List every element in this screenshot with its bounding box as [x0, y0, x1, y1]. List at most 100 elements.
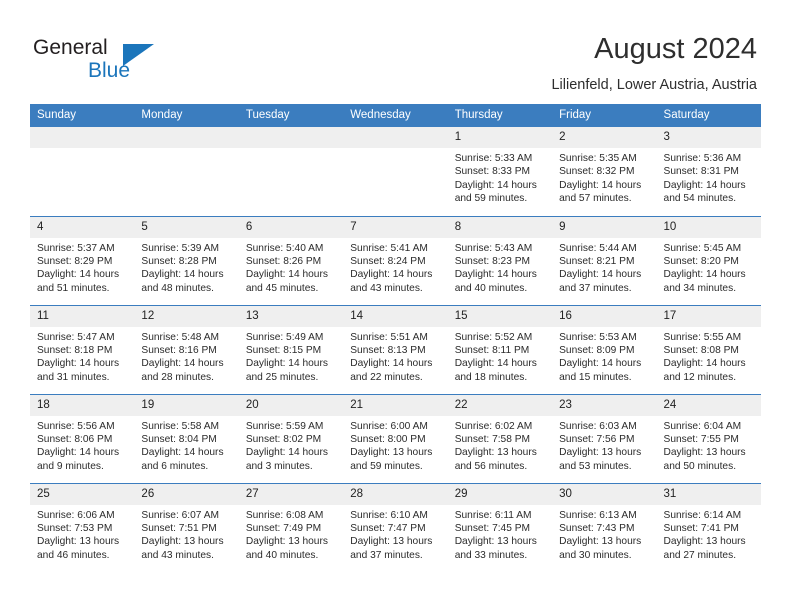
day-detail-line: Sunset: 8:16 PM [141, 344, 217, 356]
day-number: 27 [238, 483, 344, 505]
calendar-day-cell[interactable]: 3 Sunrise: 5:36 AM Sunset: 8:31 PM Daylight… [656, 127, 761, 216]
day-number: 31 [656, 483, 761, 505]
day-details: Sunrise: 5:52 AM Sunset: 8:11 PM Daylight:… [448, 327, 552, 385]
day-detail-line: Daylight: 14 hours [37, 358, 120, 370]
day-detail-line: Daylight: 13 hours [454, 447, 537, 459]
day-detail-line: Daylight: 14 hours [559, 358, 642, 370]
day-number: 17 [656, 305, 761, 327]
day-detail-line: and 45 minutes. [245, 282, 319, 294]
day-details: Sunrise: 6:08 AM Sunset: 7:49 PM Daylight:… [239, 505, 343, 563]
calendar-week-row: 25 Sunrise: 6:06 AM Sunset: 7:53 PM Dayligh… [30, 482, 761, 572]
day-detail-line: Daylight: 13 hours [350, 447, 433, 459]
day-number: 2 [552, 127, 657, 148]
day-detail-line: Daylight: 14 hours [245, 358, 328, 370]
day-detail-line: Sunset: 8:02 PM [245, 433, 322, 445]
day-detail-line: Daylight: 14 hours [350, 358, 433, 370]
calendar-day-cell[interactable]: 26 Sunrise: 6:07 AM Sunset: 7:51 PM Dayligh… [134, 482, 239, 572]
day-number: 25 [30, 483, 135, 505]
day-detail-line: and 43 minutes. [350, 282, 423, 294]
day-number: 20 [238, 394, 344, 416]
calendar-day-cell[interactable]: 28 Sunrise: 6:10 AM Sunset: 7:47 PM Dayligh… [343, 482, 448, 572]
day-detail-line: Daylight: 14 hours [454, 269, 537, 281]
page-subtitle: Lilienfeld, Lower Austria, Austria [551, 77, 757, 93]
calendar-day-cell[interactable]: 20 Sunrise: 5:59 AM Sunset: 8:02 PM Dayligh… [238, 393, 344, 483]
calendar-empty-cell [134, 127, 239, 216]
day-detail-line: and 28 minutes. [141, 371, 214, 383]
calendar-day-cell[interactable]: 2 Sunrise: 5:35 AM Sunset: 8:32 PM Daylight… [552, 127, 657, 216]
day-detail-line: Sunrise: 5:56 AM [37, 420, 115, 432]
day-number: 5 [134, 216, 239, 238]
day-detail-line: Sunrise: 5:51 AM [350, 331, 428, 343]
day-details: Sunrise: 5:58 AM Sunset: 8:04 PM Daylight:… [134, 416, 238, 474]
day-detail-line: Sunset: 7:41 PM [663, 522, 739, 534]
calendar-day-cell[interactable]: 15 Sunrise: 5:52 AM Sunset: 8:11 PM Dayligh… [447, 304, 553, 394]
calendar-day-cell[interactable]: 14 Sunrise: 5:51 AM Sunset: 8:13 PM Dayligh… [343, 304, 448, 394]
calendar-day-cell[interactable]: 23 Sunrise: 6:03 AM Sunset: 7:56 PM Dayligh… [552, 393, 657, 483]
day-detail-line: Daylight: 14 hours [245, 447, 328, 459]
day-detail-line: Sunset: 8:31 PM [663, 166, 739, 178]
calendar-empty-cell [238, 127, 344, 216]
day-detail-line: Daylight: 14 hours [37, 447, 120, 459]
day-detail-line: Sunset: 7:53 PM [37, 522, 113, 534]
day-detail-line: and 48 minutes. [141, 282, 214, 294]
day-details: Sunrise: 5:45 AM Sunset: 8:20 PM Daylight:… [657, 238, 761, 296]
day-details: Sunrise: 6:13 AM Sunset: 7:43 PM Daylight:… [552, 505, 656, 563]
day-detail-line: Daylight: 13 hours [141, 536, 224, 548]
day-number: 14 [343, 305, 448, 327]
day-detail-line: Sunrise: 5:37 AM [37, 242, 115, 254]
calendar-day-cell[interactable]: 1 Sunrise: 5:33 AM Sunset: 8:33 PM Daylight… [447, 127, 553, 216]
day-detail-line: Daylight: 14 hours [559, 269, 642, 281]
calendar-day-cell[interactable]: 18 Sunrise: 5:56 AM Sunset: 8:06 PM Dayligh… [30, 393, 135, 483]
calendar-day-cell[interactable]: 22 Sunrise: 6:02 AM Sunset: 7:58 PM Dayligh… [447, 393, 553, 483]
day-detail-line: Sunset: 8:18 PM [37, 344, 113, 356]
calendar-day-cell[interactable]: 7 Sunrise: 5:41 AM Sunset: 8:24 PM Daylight… [343, 215, 448, 305]
calendar-day-cell[interactable]: 5 Sunrise: 5:39 AM Sunset: 8:28 PM Daylight… [134, 215, 239, 305]
calendar-day-cell[interactable]: 12 Sunrise: 5:48 AM Sunset: 8:16 PM Dayligh… [134, 304, 239, 394]
day-detail-line: Daylight: 13 hours [245, 536, 328, 548]
day-detail-line: Sunrise: 5:49 AM [245, 331, 324, 343]
calendar-day-cell[interactable]: 8 Sunrise: 5:43 AM Sunset: 8:23 PM Daylight… [447, 215, 553, 305]
day-detail-line: Sunrise: 5:55 AM [663, 331, 742, 343]
day-detail-line: Sunset: 8:04 PM [141, 433, 217, 445]
day-number: 29 [447, 483, 553, 505]
day-details: Sunrise: 5:40 AM Sunset: 8:26 PM Daylight:… [239, 238, 343, 296]
day-detail-line: Sunset: 7:45 PM [454, 522, 531, 534]
calendar-day-cell[interactable]: 31 Sunrise: 6:14 AM Sunset: 7:41 PM Dayligh… [656, 482, 761, 572]
calendar-day-cell[interactable]: 13 Sunrise: 5:49 AM Sunset: 8:15 PM Dayligh… [238, 304, 344, 394]
calendar-day-cell[interactable]: 10 Sunrise: 5:45 AM Sunset: 8:20 PM Dayligh… [656, 215, 761, 305]
general-blue-logo[interactable]: General Blue [33, 36, 213, 88]
day-detail-line: Sunrise: 5:48 AM [141, 331, 220, 343]
day-number: 21 [343, 394, 448, 416]
calendar-day-cell[interactable]: 30 Sunrise: 6:13 AM Sunset: 7:43 PM Dayligh… [552, 482, 657, 572]
weekday-header-saturday: Saturday [656, 104, 761, 127]
day-detail-line: Sunrise: 5:40 AM [245, 242, 324, 254]
calendar-empty-cell [30, 127, 135, 216]
calendar-day-cell[interactable]: 4 Sunrise: 5:37 AM Sunset: 8:29 PM Daylight… [30, 215, 135, 305]
calendar-day-cell[interactable]: 25 Sunrise: 6:06 AM Sunset: 7:53 PM Dayligh… [30, 482, 135, 572]
day-detail-line: Sunset: 8:33 PM [454, 166, 531, 178]
calendar-page: General Blue August 2024 Lilienfeld, Low… [0, 0, 792, 612]
calendar-day-cell[interactable]: 9 Sunrise: 5:44 AM Sunset: 8:21 PM Daylight… [552, 215, 657, 305]
calendar-day-cell[interactable]: 17 Sunrise: 5:55 AM Sunset: 8:08 PM Dayligh… [656, 304, 761, 394]
day-detail-line: and 56 minutes. [454, 460, 528, 472]
day-details: Sunrise: 5:47 AM Sunset: 8:18 PM Daylight:… [30, 327, 134, 385]
calendar-day-cell[interactable]: 11 Sunrise: 5:47 AM Sunset: 8:18 PM Dayligh… [30, 304, 135, 394]
day-number: 16 [552, 305, 657, 327]
calendar-day-cell[interactable]: 6 Sunrise: 5:40 AM Sunset: 8:26 PM Daylight… [238, 215, 344, 305]
day-details: Sunrise: 6:04 AM Sunset: 7:55 PM Daylight:… [657, 416, 761, 474]
day-number: 24 [656, 394, 761, 416]
calendar-day-cell[interactable]: 24 Sunrise: 6:04 AM Sunset: 7:55 PM Dayligh… [656, 393, 761, 483]
day-detail-line: and 57 minutes. [559, 193, 632, 205]
calendar-day-cell[interactable]: 19 Sunrise: 5:58 AM Sunset: 8:04 PM Dayligh… [134, 393, 239, 483]
day-detail-line: Sunrise: 6:14 AM [663, 509, 742, 521]
day-detail-line: Sunset: 8:24 PM [350, 255, 426, 267]
day-detail-line: Sunrise: 6:00 AM [350, 420, 428, 432]
day-number: 30 [552, 483, 657, 505]
day-detail-line: Sunset: 8:28 PM [141, 255, 217, 267]
day-detail-line: Sunrise: 6:03 AM [559, 420, 637, 432]
calendar-day-cell[interactable]: 29 Sunrise: 6:11 AM Sunset: 7:45 PM Dayligh… [447, 482, 553, 572]
calendar-day-cell[interactable]: 27 Sunrise: 6:08 AM Sunset: 7:49 PM Dayligh… [238, 482, 344, 572]
calendar-day-cell[interactable]: 16 Sunrise: 5:53 AM Sunset: 8:09 PM Dayligh… [552, 304, 657, 394]
calendar-day-cell[interactable]: 21 Sunrise: 6:00 AM Sunset: 8:00 PM Dayligh… [343, 393, 448, 483]
day-detail-line: Daylight: 14 hours [454, 358, 537, 370]
